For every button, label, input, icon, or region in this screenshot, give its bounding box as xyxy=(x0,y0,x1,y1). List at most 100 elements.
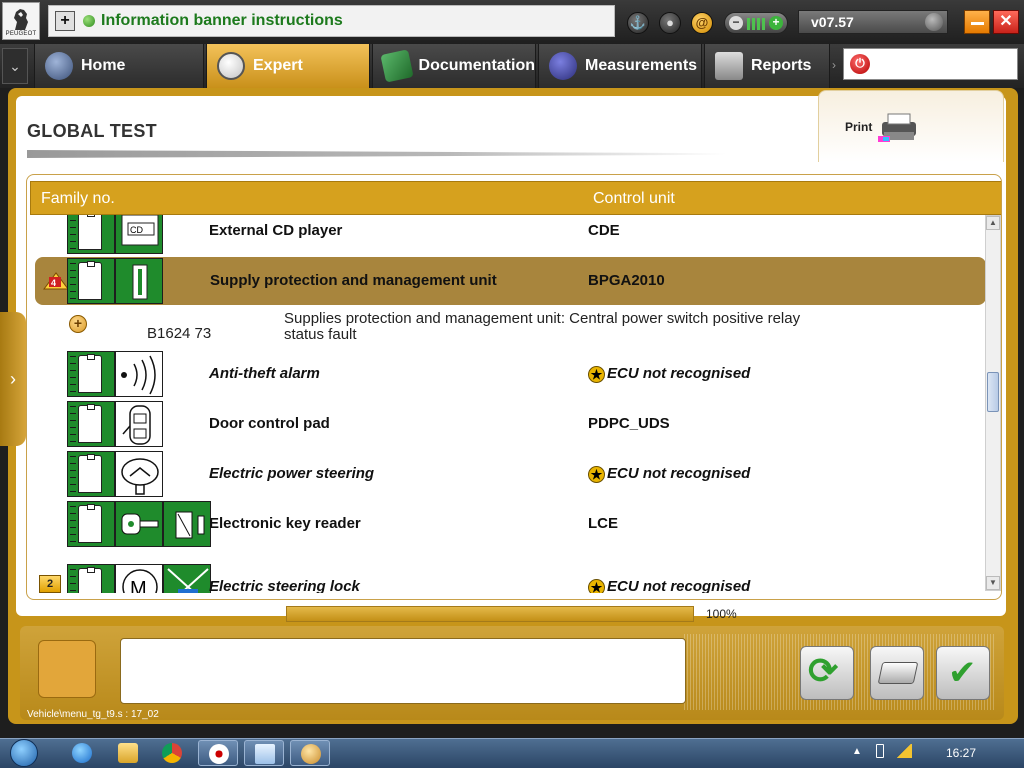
dial-icon[interactable] xyxy=(925,13,943,31)
notepad-icon xyxy=(255,744,275,764)
row-name: External CD player xyxy=(209,222,343,239)
battery-icon[interactable] xyxy=(876,744,884,758)
email-icon[interactable]: @ xyxy=(691,12,713,34)
tab-scroll-right-icon[interactable]: › xyxy=(832,58,836,72)
print-label[interactable]: Print xyxy=(845,120,872,134)
taskbar-notepad[interactable] xyxy=(244,740,284,766)
ecu-icon xyxy=(67,215,115,254)
clock[interactable]: 16:27 xyxy=(946,746,976,760)
taskbar-paint[interactable] xyxy=(290,740,330,766)
steering-wheel-icon xyxy=(115,451,163,497)
information-banner: + Information banner instructions xyxy=(48,5,615,37)
nav-menu-button[interactable]: ⌄ xyxy=(2,48,28,84)
logo-text: PEUGEOT xyxy=(5,31,37,37)
taskbar-ie[interactable] xyxy=(62,740,102,766)
ecu-icon xyxy=(67,451,115,497)
scroll-thumb[interactable] xyxy=(987,372,999,412)
validate-button[interactable] xyxy=(936,646,990,700)
volume-control[interactable]: − + xyxy=(724,12,788,34)
tab-label: Home xyxy=(81,57,126,74)
volume-up-icon[interactable]: + xyxy=(769,16,783,30)
print-button[interactable] xyxy=(870,646,924,700)
banner-text: Information banner instructions xyxy=(101,12,343,29)
refresh-button[interactable] xyxy=(800,646,854,700)
network-icon[interactable] xyxy=(896,744,912,758)
row-name: Anti-theft alarm xyxy=(209,365,320,382)
column-header-family[interactable]: Family no. xyxy=(41,190,115,208)
tab-expert[interactable]: Expert xyxy=(206,44,370,88)
tab-measurements[interactable]: Measurements xyxy=(538,44,702,88)
ecu-icon xyxy=(67,258,115,304)
row-name: Door control pad xyxy=(209,415,330,432)
version-label: v07.57 xyxy=(811,14,854,30)
windows-logo-icon xyxy=(10,739,38,767)
scroll-up-icon[interactable]: ▲ xyxy=(986,216,1000,230)
status-dot-icon xyxy=(83,15,95,27)
user-icon[interactable]: ● xyxy=(659,12,681,34)
paint-icon xyxy=(301,744,321,764)
cd-player-icon: CD xyxy=(115,215,163,254)
table-row-anti-theft-alarm[interactable]: Anti-theft alarm ★ ECU not recognised xyxy=(27,350,985,398)
tab-label: Measurements xyxy=(585,57,698,74)
fault-entry[interactable]: + B1624 73 Supplies protection and manag… xyxy=(27,311,985,355)
ecu-icon xyxy=(67,564,115,593)
alarm-icon xyxy=(115,351,163,397)
progress-fill xyxy=(287,607,693,621)
start-button[interactable] xyxy=(6,738,44,768)
row-control-unit: BPGA2010 xyxy=(588,272,665,289)
column-header-control-unit[interactable]: Control unit xyxy=(593,190,675,208)
row-control-unit: PDPC_UDS xyxy=(588,415,670,432)
taskbar-app-1[interactable] xyxy=(198,740,238,766)
tab-reports[interactable]: Reports xyxy=(704,44,830,88)
row-name: Supply protection and management unit xyxy=(210,272,497,289)
car-door-icon xyxy=(115,401,163,447)
message-area xyxy=(120,638,686,704)
svg-text:CD: CD xyxy=(130,225,143,235)
progress-label: 100% xyxy=(706,607,737,621)
tray-expand-icon[interactable]: ▲ xyxy=(852,746,862,757)
table-row-electronic-key-reader[interactable]: Electronic key reader LCE xyxy=(27,500,985,548)
ecu-icon xyxy=(67,401,115,447)
table-row-supply-protection[interactable]: 4 Supply protection and management unit … xyxy=(35,257,985,305)
anchor-icon[interactable]: ⚓ xyxy=(627,12,649,34)
expand-fault-icon[interactable]: + xyxy=(69,315,87,333)
table-row-electric-steering-lock[interactable]: 2 M Electric steering lock ★ ECU not reco… xyxy=(27,563,985,593)
power-icon[interactable]: ⏻ xyxy=(850,54,870,74)
report-icon xyxy=(715,52,743,80)
volume-level-icon xyxy=(747,18,767,30)
taskbar-explorer[interactable] xyxy=(108,740,148,766)
printer-icon[interactable] xyxy=(878,110,920,144)
tab-label: Documentation xyxy=(418,57,535,74)
table-header: Family no. Control unit xyxy=(30,181,1001,215)
table-scrollbar[interactable]: ▲ ▼ xyxy=(985,215,1001,591)
table-row-electric-power-steering[interactable]: Electric power steering ★ ECU not recogni… xyxy=(27,450,985,498)
row-name: Electric power steering xyxy=(209,465,375,482)
printer-icon xyxy=(877,662,919,684)
row-control-unit: LCE xyxy=(588,515,618,532)
star-icon: ★ xyxy=(588,579,605,593)
table-row-external-cd-player[interactable]: CD External CD player CDE xyxy=(27,215,985,255)
volume-down-icon[interactable]: − xyxy=(729,16,743,30)
minimize-button[interactable] xyxy=(964,10,990,34)
ecu-icon xyxy=(67,351,115,397)
row-control-unit: ★ ECU not recognised xyxy=(588,365,750,383)
taskbar-chrome[interactable] xyxy=(152,740,192,766)
star-icon: ★ xyxy=(588,366,605,383)
power-panel: ⏻ xyxy=(843,48,1018,80)
scroll-down-icon[interactable]: ▼ xyxy=(986,576,1000,590)
row-control-unit: CDE xyxy=(588,222,620,239)
chrome-icon xyxy=(162,743,182,763)
table-row-door-control-pad[interactable]: Door control pad PDPC_UDS xyxy=(27,400,985,448)
key-icon xyxy=(115,501,163,547)
expand-banner-button[interactable]: + xyxy=(55,11,75,31)
motor-icon: M xyxy=(115,564,163,593)
version-display: v07.57 xyxy=(798,10,948,34)
tab-documentation[interactable]: Documentation xyxy=(372,44,536,88)
tab-home[interactable]: Home xyxy=(34,44,204,88)
close-button[interactable]: ✕ xyxy=(993,10,1019,34)
menu-path: Vehicle\menu_tg_t9.s : 17_02 xyxy=(27,709,159,720)
card-reader-icon xyxy=(163,501,211,547)
side-panel-toggle[interactable]: › xyxy=(0,312,26,446)
title-bar: PEUGEOT + Information banner instruction… xyxy=(0,0,1024,44)
row-control-unit: ★ ECU not recognised xyxy=(588,465,750,483)
